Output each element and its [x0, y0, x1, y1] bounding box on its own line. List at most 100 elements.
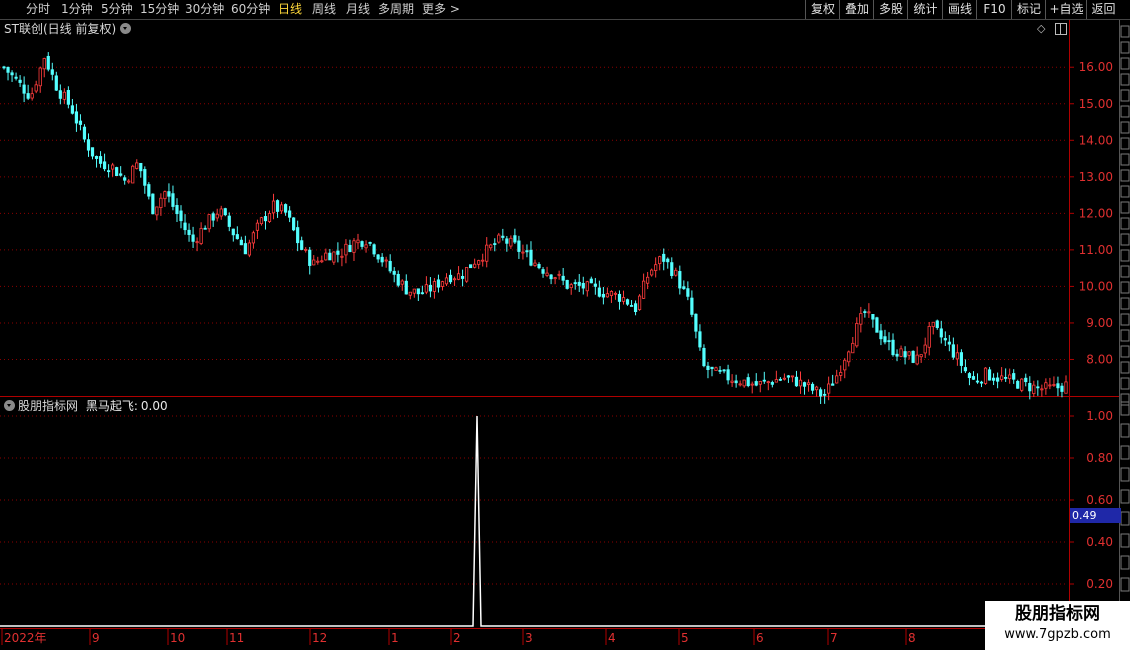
toolbar-button-3[interactable]: 统计 [907, 0, 943, 19]
strip-glyph [1120, 329, 1130, 342]
x-tick-label: 5 [681, 631, 689, 645]
chart-frame [0, 19, 1120, 650]
candle-body [770, 382, 774, 385]
strip-glyph [1120, 401, 1130, 416]
candle-body [875, 317, 879, 333]
main-y-tick-label: 8.00 [1086, 352, 1113, 366]
toolbar-button-2[interactable]: 多股 [873, 0, 908, 19]
candle-body [967, 373, 972, 379]
strip-glyph [1120, 377, 1130, 390]
main-y-tick-label: 16.00 [1079, 60, 1113, 74]
candle-body [388, 260, 392, 272]
candle-body [465, 267, 469, 282]
indicator-y-tick-label: 0.60 [1086, 493, 1113, 507]
period-tab-4[interactable]: 30分钟 [185, 1, 224, 18]
toolbar-button-0[interactable]: 复权 [805, 0, 840, 19]
candle-body [444, 277, 449, 285]
candle-body [758, 381, 762, 385]
candle-body [762, 379, 766, 382]
book-icon[interactable] [1055, 23, 1067, 35]
toolbar-button-5[interactable]: F10 [976, 0, 1012, 19]
candle-body [979, 381, 984, 384]
candle-body [774, 379, 778, 383]
period-tab-7[interactable]: 周线 [312, 1, 336, 18]
candle-body [505, 238, 509, 244]
signal-line-series [0, 415, 1068, 627]
period-tab-3[interactable]: 15分钟 [140, 1, 179, 18]
candle-body [82, 126, 87, 140]
candle-body [304, 248, 308, 251]
period-toolbar: 分时 1分钟 5分钟 15分钟 30分钟 60分钟 日线 周线 月线 多周期 更多 > 复权 叠加 多股统… [0, 0, 1130, 20]
strip-glyph [1120, 249, 1130, 262]
candle-body [135, 162, 139, 169]
candle-body [722, 369, 726, 372]
x-tick-label: 10 [170, 631, 185, 645]
candle-body [565, 279, 569, 289]
candle-body [46, 55, 50, 70]
period-tab-0[interactable]: 分时 [26, 1, 50, 18]
candle-body [786, 375, 791, 378]
strip-glyph [1120, 137, 1130, 150]
period-tab-2[interactable]: 5分钟 [101, 1, 133, 18]
candle-body [991, 377, 996, 381]
candle-body [372, 244, 376, 255]
candle-body [448, 274, 453, 283]
chevron-down-icon[interactable] [4, 400, 15, 411]
candle-body [682, 286, 686, 290]
candle-body [1036, 386, 1040, 389]
indicator-name: 股朋指标网 [18, 399, 79, 413]
candle-body [746, 377, 750, 387]
candle-body [971, 376, 976, 380]
candle-body [549, 274, 553, 280]
toolbar-button-4[interactable]: 画线 [942, 0, 977, 19]
period-tab-5[interactable]: 60分钟 [231, 1, 270, 18]
toolbar-button-1[interactable]: 叠加 [839, 0, 874, 19]
strip-glyph [1120, 25, 1130, 38]
candle-body [380, 256, 384, 263]
candle-body [107, 170, 111, 173]
candle-body [883, 336, 887, 343]
diamond-icon[interactable]: ◇ [1037, 22, 1045, 35]
candle-body [617, 293, 622, 302]
stock-title-text: ST联创(日线 前复权) [4, 22, 117, 36]
candle-body [432, 281, 437, 292]
candle-body [907, 351, 911, 356]
period-tab-8[interactable]: 月线 [346, 1, 370, 18]
candle-body [456, 273, 461, 280]
candle-body [629, 305, 634, 307]
candle-body [823, 393, 827, 396]
period-tab-1[interactable]: 1分钟 [61, 1, 93, 18]
candle-body [1060, 385, 1064, 392]
candle-body [74, 111, 79, 124]
period-tab-10[interactable]: 更多 > [422, 1, 460, 18]
candle-body [609, 291, 614, 296]
candle-body [14, 76, 18, 79]
main-chart-title[interactable]: ST联创(日线 前复权) [4, 21, 132, 37]
candle-body [6, 66, 10, 73]
toolbar-button-8[interactable]: 返回 [1086, 0, 1120, 19]
candle-body [1000, 375, 1004, 380]
candle-body [843, 359, 847, 371]
strip-glyph [1120, 533, 1130, 548]
candle-body [698, 331, 702, 348]
candle-body [859, 313, 863, 325]
candle-body [328, 252, 332, 261]
strip-glyph [1120, 89, 1130, 102]
candle-body [1048, 384, 1052, 387]
candle-body [119, 173, 123, 176]
candle-body [292, 217, 296, 231]
toolbar-button-7[interactable]: +自选 [1045, 0, 1087, 19]
candle-body [931, 321, 935, 328]
candle-body [460, 276, 465, 279]
candle-body [633, 303, 638, 313]
candle-body [927, 326, 931, 348]
chevron-down-icon[interactable] [120, 23, 132, 34]
indicator-title[interactable]: 股朋指标网 黑马起飞: 0.00 [4, 398, 168, 414]
period-tab-9[interactable]: 多周期 [378, 1, 414, 18]
candle-body [553, 277, 557, 280]
candle-body [239, 239, 243, 246]
toolbar-button-6[interactable]: 标记 [1011, 0, 1046, 19]
candle-body [750, 383, 754, 386]
candle-body [147, 184, 151, 197]
period-tab-6[interactable]: 日线 [278, 1, 302, 18]
